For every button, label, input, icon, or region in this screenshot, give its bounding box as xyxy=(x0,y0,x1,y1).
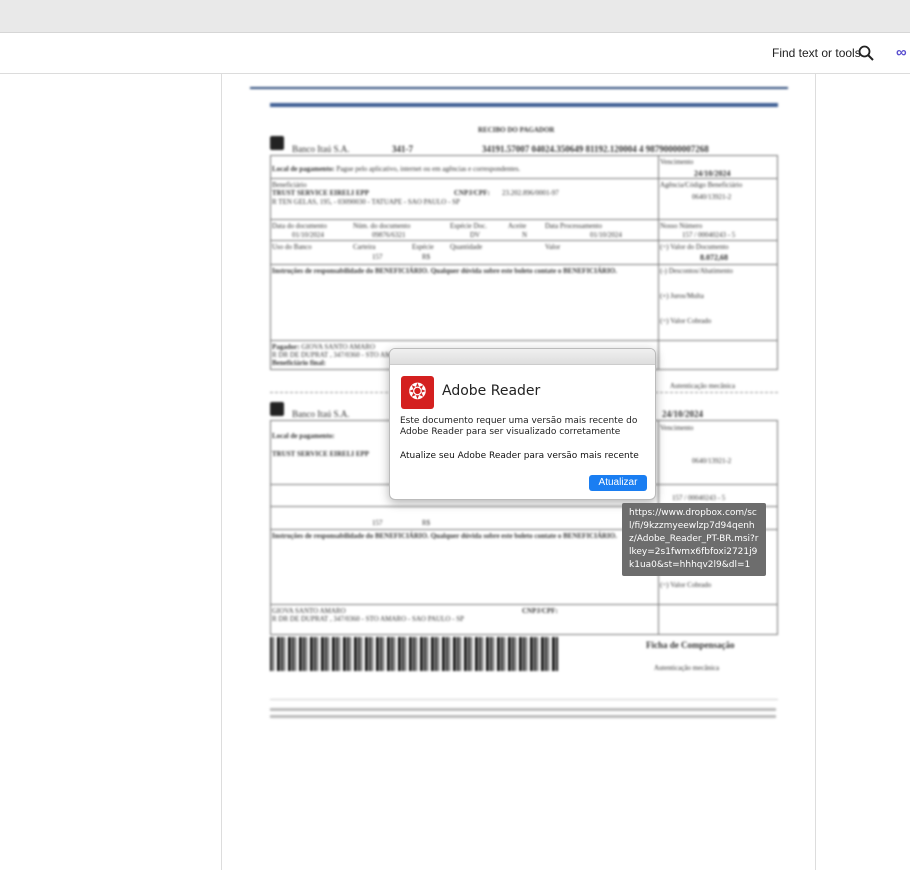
wallet: 157 xyxy=(372,253,383,261)
due-label-2: Vencimento xyxy=(660,424,694,432)
instructions: Instruções de responsabilidade do BENEFI… xyxy=(272,267,617,275)
payer: GIOVA SANTO AMARO xyxy=(301,343,376,351)
due-date: 24/10/2024 xyxy=(694,169,731,178)
accept-label: Aceite xyxy=(508,222,527,230)
agency-2: 0640/13921-2 xyxy=(692,457,732,465)
bank-logo-2 xyxy=(270,402,284,416)
proc-date: 01/10/2024 xyxy=(590,231,622,239)
doc-date: 01/10/2024 xyxy=(292,231,324,239)
link-url-tooltip: https://www.dropbox.com/scl/fi/9kzzmyeew… xyxy=(622,503,766,576)
mech-auth-2: Autenticação mecânica xyxy=(654,664,720,672)
browser-tab-bar xyxy=(0,0,910,33)
bank-name: Banco Itaú S.A. xyxy=(292,144,350,154)
doc-value-label: (=) Valor do Documento xyxy=(660,243,729,251)
cnpj-label-2: CNPJ/CPF: xyxy=(522,607,558,615)
charged-label-2: (=) Valor Cobrado xyxy=(660,581,712,589)
bank-use-label: Uso do Banco xyxy=(272,243,312,251)
doc-num: 09876/6321 xyxy=(372,231,406,239)
agency: 0640/13921-2 xyxy=(692,193,732,201)
search-icon[interactable] xyxy=(858,45,874,61)
update-button[interactable]: Atualizar xyxy=(589,475,647,491)
species-label: Espécie xyxy=(412,243,434,251)
proc-date-label: Data Processamento xyxy=(545,222,602,230)
our-num: 157 / 00040243 - 5 xyxy=(682,231,736,239)
dialog-prompt: Atualize seu Adobe Reader para versão ma… xyxy=(400,451,639,461)
doc-value: 8.072,68 xyxy=(700,253,728,262)
payer-address-2: R DR DE DUPRAT , 347/0360 - STO AMARO - … xyxy=(272,615,465,623)
wallet-2: 157 xyxy=(372,519,383,527)
due-2: 24/10/2024 xyxy=(662,409,704,419)
compensation-label: Ficha de Compensação xyxy=(646,640,735,650)
agency-label: Agência/Código Beneficiário xyxy=(660,181,743,189)
charged-label: (=) Valor Cobrado xyxy=(660,317,712,325)
final-beneficiary: Beneficiário final: xyxy=(272,359,326,367)
beneficiary-label: Beneficiário xyxy=(272,181,307,189)
bank-name-2: Banco Itaú S.A. xyxy=(292,409,350,419)
dialog-titlebar xyxy=(390,349,655,365)
payment-place-label-2: Local de pagamento: xyxy=(272,432,335,440)
dialog-message: Este documento requer uma versão mais re… xyxy=(400,416,638,437)
interest-label: (+) Juros/Multa xyxy=(660,292,704,300)
adobe-reader-logo-icon: ❂ xyxy=(401,376,434,409)
dialog-app-name: Adobe Reader xyxy=(442,383,541,399)
our-num-2: 157 / 00040243 - 5 xyxy=(672,494,726,502)
header-line xyxy=(250,87,788,89)
beneficiary: TRUST SERVICE EIRELI EPP xyxy=(272,189,370,197)
header-bar xyxy=(270,103,778,107)
payer-2: GIOVA SANTO AMARO xyxy=(272,607,346,615)
species-2: R$ xyxy=(422,519,431,527)
qty-label: Quantidade xyxy=(450,243,483,251)
our-num-label: Nosso Número xyxy=(660,222,703,230)
discount-label: (-) Descontos/Abatimento xyxy=(660,267,733,275)
beneficiary-2: TRUST SERVICE EIRELI EPP xyxy=(272,450,370,458)
adobe-reader-update-dialog: ❂ Adobe Reader Este documento requer uma… xyxy=(389,348,656,500)
instructions-2: Instruções de responsabilidade do BENEFI… xyxy=(272,532,617,540)
accept: N xyxy=(522,231,528,239)
ai-assistant-icon[interactable]: ∞ xyxy=(896,44,910,62)
barcode xyxy=(270,637,558,671)
cnpj: 23.202.896/0001-97 xyxy=(502,189,559,197)
find-text-or-tools-label[interactable]: Find text or tools xyxy=(772,46,861,60)
doc-date-label: Data do documento xyxy=(272,222,327,230)
species: R$ xyxy=(422,253,431,261)
doc-num-label: Núm. do documento xyxy=(353,222,411,230)
mech-auth: Autenticação mecânica xyxy=(670,382,736,390)
digitable-line: 34191.57007 04024.350649 81192.120004 4 … xyxy=(482,144,709,154)
beneficiary-address: R TEN GELAS, 195, - 03090030 - TATUAPE -… xyxy=(272,198,460,206)
reader-toolbar: Find text or tools ∞ xyxy=(0,33,910,74)
bank-code: 341-7 xyxy=(392,144,413,154)
bank-logo xyxy=(270,136,284,150)
wallet-label: Carteira xyxy=(353,243,376,251)
receipt-title: RECIBO DO PAGADOR xyxy=(478,126,555,134)
value-label: Valor xyxy=(545,243,561,251)
species-doc-label: Espécie Doc. xyxy=(450,222,487,230)
cnpj-label: CNPJ/CPF: xyxy=(454,189,490,197)
payment-place-label: Local de pagamento: xyxy=(272,165,335,173)
due-label: Vencimento xyxy=(660,158,694,166)
payment-place: Pague pelo aplicativo, internet ou em ag… xyxy=(336,165,521,173)
species-doc: DV xyxy=(470,231,481,239)
payer-label: Pagador: xyxy=(272,343,300,351)
